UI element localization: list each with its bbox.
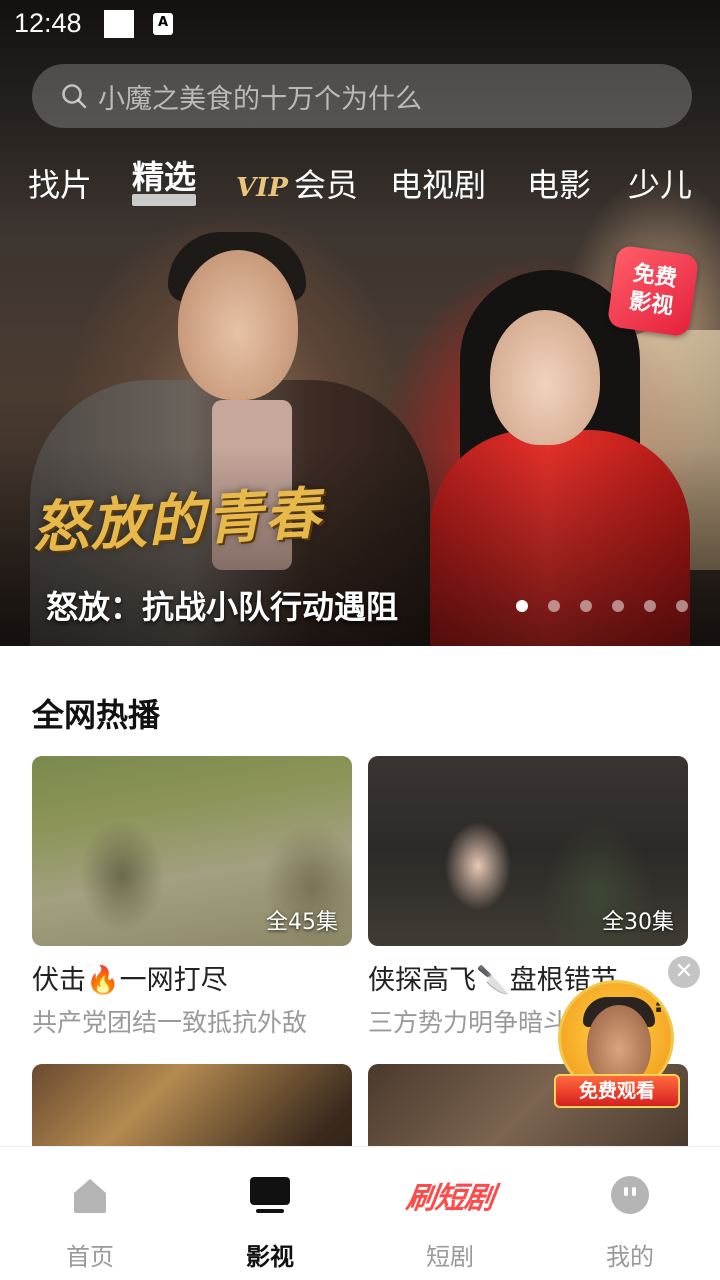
home-icon [30,1173,150,1217]
hero-figure-man-head [178,250,298,400]
short-drama-logo: 刷短剧 [390,1173,510,1217]
carousel-dot[interactable] [516,600,528,612]
free-watch-label[interactable]: 免费观看 [554,1074,680,1108]
question-mark-icon: ? [651,989,667,1019]
nav-profile[interactable]: 我的 [570,1173,690,1272]
category-tabs: 找片 精选 VIP 会员 电视剧 电影 少儿 [0,148,720,218]
status-time: 12:48 [14,8,82,38]
episode-count: 全45集 [266,910,338,935]
tv-icon [210,1173,330,1217]
hero-caption: 怒放：抗战小队行动遇阻 [46,588,399,626]
carousel-indicator [516,600,688,612]
video-subtitle: 共产党团结一致抵抗外敌 [32,1008,308,1037]
floating-free-watch-ad[interactable]: ? 免费观看 [554,980,684,1110]
nav-short-drama-label: 短剧 [426,1243,474,1271]
notification-square-icon [104,10,134,38]
bottom-navigation: 首页 影视 刷短剧 短剧 我的 [0,1146,720,1280]
hero-figure-woman-head [490,310,600,445]
nav-videos-label: 影视 [246,1243,294,1271]
carousel-dot[interactable] [580,600,592,612]
nav-home[interactable]: 首页 [30,1173,150,1272]
short-drama-logo-text: 刷短剧 [403,1181,496,1216]
nav-profile-label: 我的 [606,1243,654,1271]
video-card[interactable]: 全45集 伏击🔥一网打尽 共产党团结一致抵抗外敌 [32,756,352,1039]
nav-short-drama[interactable]: 刷短剧 短剧 [390,1173,510,1272]
show-title-logo: 怒放的青春 [30,480,324,562]
carousel-dot[interactable] [612,600,624,612]
episode-count: 全30集 [602,910,674,935]
vip-badge-icon: VIP [236,173,288,203]
tab-vip[interactable]: VIP 会员 [236,160,358,206]
ad-avatar-face [587,1005,651,1085]
nav-home-label: 首页 [66,1243,114,1271]
free-badge-line2: 影视 [627,288,675,320]
status-bar: 12:48 A [0,0,720,50]
profile-icon [570,1173,690,1217]
tab-vip-label: 会员 [293,166,358,204]
carousel-dot[interactable] [676,600,688,612]
tab-tv-series[interactable]: 电视剧 [390,160,486,206]
search-bar[interactable]: 小魔之美食的十万个为什么 [32,64,692,128]
search-placeholder: 小魔之美食的十万个为什么 [98,83,422,115]
video-thumbnail[interactable]: 全45集 [32,756,352,946]
nav-videos[interactable]: 影视 [210,1173,330,1272]
active-tab-indicator [132,194,196,206]
tab-movies[interactable]: 电影 [527,160,591,206]
tab-kids[interactable]: 少儿 [628,160,692,206]
free-video-badge[interactable]: 免费 影视 [606,244,700,338]
tab-featured[interactable]: 精选 [132,152,196,198]
tab-find[interactable]: 找片 [28,160,92,206]
section-title-hot: 全网热播 [32,696,161,734]
video-thumbnail[interactable]: 全30集 [368,756,688,946]
carousel-dot[interactable] [644,600,656,612]
carousel-dot[interactable] [548,600,560,612]
video-title[interactable]: 伏击🔥一网打尽 [32,958,352,997]
keyboard-a-icon: A [153,13,173,35]
search-icon [62,84,87,109]
